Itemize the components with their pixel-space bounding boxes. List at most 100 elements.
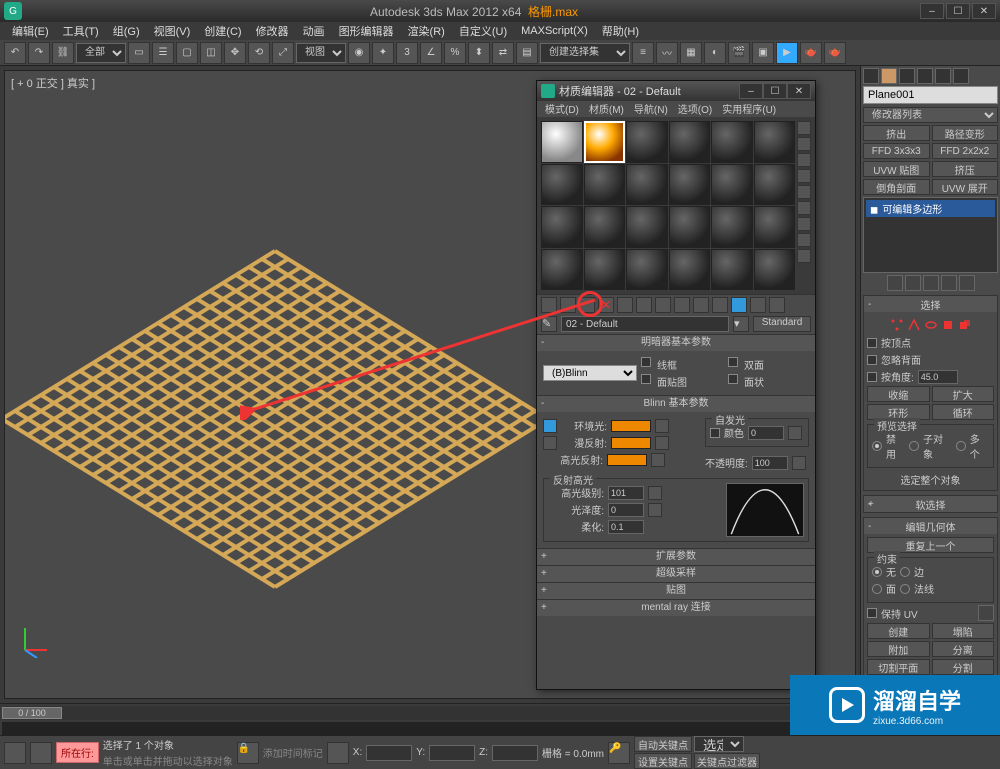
specular-swatch[interactable] — [607, 454, 647, 466]
edit-geometry-header[interactable]: 编辑几何体 — [864, 518, 997, 534]
selection-filter-dropdown[interactable]: 全部 — [76, 43, 126, 63]
key-filter-dropdown[interactable]: 选定对象 — [694, 736, 744, 752]
spec-level-map-button[interactable] — [648, 486, 662, 500]
get-material-icon[interactable] — [541, 297, 557, 313]
preview-off-radio[interactable] — [872, 441, 882, 451]
loop-button[interactable]: 循环 — [932, 404, 995, 420]
add-time-tag-label[interactable]: 添加时间标记 — [263, 745, 323, 760]
ignore-backface-checkbox[interactable] — [867, 355, 877, 365]
preserve-uv-settings-icon[interactable] — [978, 605, 994, 621]
by-vertex-checkbox[interactable] — [867, 338, 877, 348]
window-close-button[interactable]: ✕ — [972, 3, 996, 19]
key-mode-icon[interactable]: 🔑 — [608, 742, 630, 764]
soften-spinner[interactable] — [608, 520, 644, 534]
material-slot[interactable] — [754, 121, 796, 163]
set-key-button[interactable]: 设置关键点 — [634, 753, 692, 769]
window-crossing-icon[interactable]: ◫ — [200, 42, 222, 64]
stack-item-editable-poly[interactable]: ◼可编辑多边形 — [866, 200, 995, 217]
snap-icon[interactable]: 3 — [396, 42, 418, 64]
options-icon[interactable] — [797, 217, 811, 231]
material-slot[interactable] — [754, 164, 796, 206]
material-type-button[interactable]: Standard — [753, 316, 811, 332]
material-editor-max-button[interactable]: ☐ — [763, 83, 787, 99]
opacity-spinner[interactable] — [752, 456, 788, 470]
mental-ray-header[interactable]: mental ray 连接 — [537, 600, 815, 616]
constrain-normal-radio[interactable] — [900, 584, 910, 594]
material-slot-2-selected[interactable] — [584, 121, 626, 163]
material-editor-close-button[interactable]: ✕ — [787, 83, 811, 99]
material-name-input[interactable] — [561, 316, 729, 332]
material-slot[interactable] — [626, 206, 668, 248]
selection-rollout-header[interactable]: 选择 — [864, 296, 997, 312]
time-slider-track[interactable]: 0 / 100 — [2, 706, 858, 720]
modifier-stack[interactable]: ◼可编辑多边形 — [863, 197, 998, 273]
modifier-btn-uvwmap[interactable]: UVW 贴图 — [863, 161, 930, 177]
render-setup-icon[interactable]: 🎬 — [728, 42, 750, 64]
make-unique-icon[interactable] — [636, 297, 652, 313]
modifier-btn-uvwunwrap[interactable]: UVW 展开 — [932, 179, 999, 195]
menu-view[interactable]: 视图(V) — [148, 22, 197, 40]
self-illum-map-button[interactable] — [788, 426, 802, 440]
constrain-edge-radio[interactable] — [900, 567, 910, 577]
modifier-btn-ffd3[interactable]: FFD 3x3x3 — [863, 143, 930, 159]
reset-map-icon[interactable]: ✕ — [598, 297, 614, 313]
shader-params-header[interactable]: 明暗器基本参数 — [537, 335, 815, 351]
preview-multi-radio[interactable] — [956, 441, 966, 451]
remove-modifier-icon[interactable] — [941, 275, 957, 291]
border-subobj-icon[interactable] — [924, 318, 938, 332]
material-editor-titlebar[interactable]: 材质编辑器 - 02 - Default – ☐ ✕ — [537, 81, 815, 101]
teapot-icon[interactable]: 🫖 — [800, 42, 822, 64]
configure-sets-icon[interactable] — [959, 275, 975, 291]
angle-snap-icon[interactable]: ∠ — [420, 42, 442, 64]
coord-display-mode-icon[interactable] — [327, 742, 349, 764]
mat-menu-mode[interactable]: 模式(D) — [541, 101, 583, 117]
menu-maxscript[interactable]: MAXScript(X) — [515, 24, 594, 38]
pick-material-icon[interactable]: ✎ — [541, 316, 557, 332]
time-slider-thumb[interactable]: 0 / 100 — [2, 707, 62, 719]
vertex-subobj-icon[interactable] — [890, 318, 904, 332]
redo-icon[interactable]: ↷ — [28, 42, 50, 64]
by-angle-spinner[interactable] — [918, 370, 958, 384]
schematic-icon[interactable]: ▦ — [680, 42, 702, 64]
extended-params-header[interactable]: 扩展参数 — [537, 549, 815, 565]
modifier-btn-extrude[interactable]: 挤出 — [863, 125, 930, 141]
viewport-label[interactable]: [ + 0 正交 ] 真实 ] — [11, 75, 95, 91]
material-slot[interactable] — [541, 249, 583, 291]
self-illum-spinner[interactable] — [748, 426, 784, 440]
constrain-none-radio[interactable] — [872, 567, 882, 577]
make-unique-stack-icon[interactable] — [923, 275, 939, 291]
menu-render[interactable]: 渲染(R) — [402, 22, 451, 40]
material-slot[interactable] — [754, 249, 796, 291]
mat-menu-material[interactable]: 材质(M) — [585, 101, 628, 117]
ambient-map-button[interactable] — [655, 419, 669, 433]
modifier-btn-squeeze[interactable]: 挤压 — [932, 161, 999, 177]
mat-effects-icon[interactable] — [674, 297, 690, 313]
material-slot[interactable] — [626, 121, 668, 163]
link-icon[interactable]: ⛓ — [52, 42, 74, 64]
menu-tools[interactable]: 工具(T) — [57, 22, 105, 40]
create-tab-icon[interactable] — [863, 68, 879, 84]
material-editor-min-button[interactable]: – — [739, 83, 763, 99]
video-color-icon[interactable] — [797, 185, 811, 199]
modify-tab-icon[interactable] — [881, 68, 897, 84]
shrink-button[interactable]: 收缩 — [867, 386, 930, 402]
mat-menu-options[interactable]: 选项(O) — [674, 101, 716, 117]
spinner-snap-icon[interactable]: ⬍ — [468, 42, 490, 64]
soft-selection-header[interactable]: +软选择 — [864, 496, 997, 512]
key-filters-button[interactable]: 关键点过滤器 — [694, 753, 760, 769]
rendered-frame-icon[interactable]: ▣ — [752, 42, 774, 64]
menu-help[interactable]: 帮助(H) — [596, 22, 645, 40]
material-slot[interactable] — [711, 121, 753, 163]
lock-ambient-icon[interactable] — [543, 419, 557, 433]
self-illum-color-checkbox[interactable] — [710, 428, 720, 438]
display-tab-icon[interactable] — [935, 68, 951, 84]
material-slot[interactable] — [669, 206, 711, 248]
modifier-btn-pathdeform[interactable]: 路径变形 — [932, 125, 999, 141]
select-by-mat-icon[interactable] — [797, 233, 811, 247]
maps-header[interactable]: 贴图 — [537, 583, 815, 599]
menu-edit[interactable]: 编辑(E) — [6, 22, 55, 40]
select-region-icon[interactable]: ▢ — [176, 42, 198, 64]
menu-customize[interactable]: 自定义(U) — [453, 22, 513, 40]
mirror-icon[interactable]: ⇄ — [492, 42, 514, 64]
teapot-alt-icon[interactable]: 🫖 — [824, 42, 846, 64]
